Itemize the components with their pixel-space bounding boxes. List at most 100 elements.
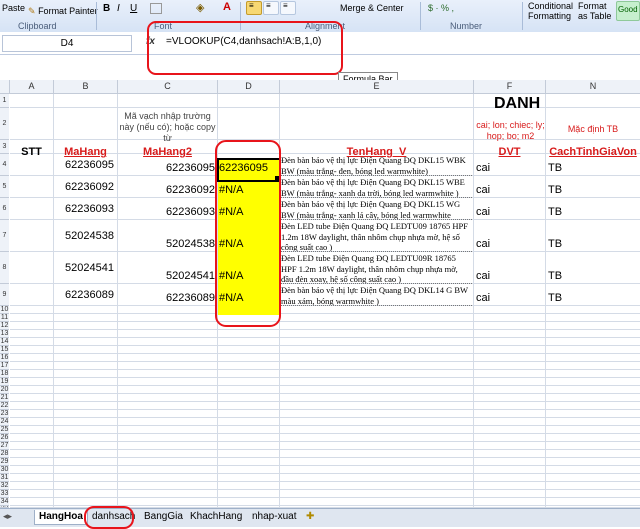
cell-tenhang[interactable]: Đèn bàn bảo vệ thị lực Điện Quang ĐQ DKL…	[281, 285, 472, 306]
underline-button[interactable]: U	[130, 3, 137, 14]
cell-tenhang[interactable]: Đèn bàn bảo vệ thị lực Điện Quang ĐQ DKL…	[281, 199, 472, 220]
conditional-formatting-button[interactable]: Conditional	[528, 1, 573, 11]
row-header[interactable]: 17	[0, 362, 9, 370]
bold-button[interactable]: B	[103, 3, 110, 14]
column-header-e[interactable]: E	[280, 80, 474, 94]
row-header[interactable]: 32	[0, 482, 9, 490]
cell-mahang[interactable]: 52024538	[54, 230, 114, 242]
align-center-button[interactable]: ≡	[263, 1, 279, 15]
column-header-f[interactable]: F	[474, 80, 546, 94]
cell-cach[interactable]: TB	[548, 292, 562, 304]
cell-dvt[interactable]: cai	[476, 238, 490, 250]
row-header[interactable]: 4	[0, 154, 9, 176]
cell-mahang[interactable]: 62236092	[54, 181, 114, 193]
tab-nhap-xuat[interactable]: nhap-xuat	[248, 510, 300, 524]
cell-tenhang[interactable]: Đèn bàn bảo vệ thị lực Điện Quang ĐQ DKL…	[281, 177, 472, 198]
row-header[interactable]: 33	[0, 490, 9, 498]
cell-cach[interactable]: TB	[548, 184, 562, 196]
format-painter-button[interactable]: ✎ Format Painter	[28, 6, 98, 17]
cell-dvt[interactable]: cai	[476, 162, 490, 174]
header-mahang2[interactable]: MaHang2	[118, 146, 217, 158]
insert-sheet-icon[interactable]: ✚	[302, 510, 318, 524]
fill-color-icon[interactable]: ◈	[196, 1, 204, 14]
row-header[interactable]: 19	[0, 378, 9, 386]
row-header[interactable]: 20	[0, 386, 9, 394]
cell-mahang[interactable]: 52024541	[54, 262, 114, 274]
cell-tenhang[interactable]: Đèn bàn bảo vệ thị lực Điện Quang ĐQ DKL…	[281, 155, 472, 176]
borders-icon[interactable]	[150, 3, 162, 14]
row-header[interactable]: 18	[0, 370, 9, 378]
cell-dvt[interactable]: cai	[476, 184, 490, 196]
column-header-a[interactable]: A	[10, 80, 54, 94]
cell-mahang2[interactable]: 52024541	[118, 270, 215, 282]
align-left-button[interactable]: ≡	[246, 1, 262, 15]
row-header[interactable]: 16	[0, 354, 9, 362]
row-header[interactable]: 29	[0, 458, 9, 466]
row-header[interactable]: 22	[0, 402, 9, 410]
cell-mahang[interactable]: 62236095	[54, 159, 114, 171]
cell-mahang[interactable]: 62236089	[54, 289, 114, 301]
row-header[interactable]: 13	[0, 330, 9, 338]
row-header[interactable]: 24	[0, 418, 9, 426]
row-header[interactable]: 23	[0, 410, 9, 418]
row-header[interactable]: 21	[0, 394, 9, 402]
paste-button[interactable]: Paste	[2, 3, 25, 13]
cell-mahang2[interactable]: 62236095	[118, 162, 215, 174]
column-header-b[interactable]: B	[54, 80, 118, 94]
row-header[interactable]: 30	[0, 466, 9, 474]
row-header[interactable]: 27	[0, 442, 9, 450]
name-box[interactable]: D4	[2, 35, 132, 52]
row-header[interactable]: 26	[0, 434, 9, 442]
cell-mahang2[interactable]: 62236089	[118, 292, 215, 304]
row-header[interactable]: 7	[0, 220, 9, 252]
row-header[interactable]: 28	[0, 450, 9, 458]
header-stt[interactable]: STT	[10, 146, 53, 158]
merge-center-button[interactable]: Merge & Center	[340, 3, 404, 13]
row-header[interactable]: 6	[0, 198, 9, 220]
row-header[interactable]: 25	[0, 426, 9, 434]
cell-dvt[interactable]: cai	[476, 206, 490, 218]
column-header-c[interactable]: C	[118, 80, 218, 94]
select-all-corner[interactable]	[0, 80, 10, 94]
good-style-button[interactable]: Good	[616, 1, 640, 21]
cell-cach[interactable]: TB	[548, 162, 562, 174]
format-as-table-button[interactable]: Format	[578, 1, 607, 11]
row-header[interactable]: 2	[0, 108, 9, 140]
column-header-d[interactable]: D	[218, 80, 280, 94]
row-header[interactable]: 31	[0, 474, 9, 482]
cell-dvt[interactable]: cai	[476, 292, 490, 304]
cell-cach[interactable]: TB	[548, 206, 562, 218]
row-header[interactable]: 34	[0, 498, 9, 506]
italic-button[interactable]: I	[117, 3, 120, 14]
accounting-format-icon[interactable]: $ · % ,	[428, 3, 454, 13]
row-header[interactable]: 8	[0, 252, 9, 284]
cell-cach[interactable]: TB	[548, 270, 562, 282]
row-header[interactable]: 11	[0, 314, 9, 322]
row-header[interactable]: 12	[0, 322, 9, 330]
cell-cach[interactable]: TB	[548, 238, 562, 250]
cell-mahang2[interactable]: 62236093	[118, 206, 215, 218]
row-header[interactable]: 10	[0, 306, 9, 314]
row-header[interactable]: 5	[0, 176, 9, 198]
cell-mahang2[interactable]: 62236092	[118, 184, 215, 196]
tab-scroll-arrows[interactable]: ◂▸	[3, 511, 12, 522]
cell-mahang[interactable]: 62236093	[54, 203, 114, 215]
row-header[interactable]: 1	[0, 94, 9, 108]
tab-hanghoa[interactable]: HangHoa	[34, 510, 88, 525]
row-header[interactable]: 9	[0, 284, 9, 306]
cell-mahang2[interactable]: 52024538	[118, 238, 215, 250]
row-header[interactable]: 15	[0, 346, 9, 354]
header-mahang[interactable]: MaHang	[54, 146, 117, 158]
header-dvt[interactable]: DVT	[474, 146, 545, 158]
row-header[interactable]: 14	[0, 338, 9, 346]
cell-dvt[interactable]: cai	[476, 270, 490, 282]
tab-banggia[interactable]: BangGia	[140, 510, 187, 524]
column-header-n[interactable]: N	[546, 80, 640, 94]
header-cach[interactable]: CachTinhGiaVon	[546, 146, 640, 158]
cell-tenhang[interactable]: Đèn LED tube Điện Quang ĐQ LEDTU09 18765…	[281, 221, 472, 252]
align-right-button[interactable]: ≡	[280, 1, 296, 15]
font-color-icon[interactable]: A	[223, 1, 231, 13]
row-header[interactable]: 3	[0, 140, 9, 154]
cell-tenhang[interactable]: Đèn LED tube Điện Quang ĐQ LEDTU09R 1876…	[281, 253, 472, 284]
tab-khachhang[interactable]: KhachHang	[186, 510, 246, 524]
